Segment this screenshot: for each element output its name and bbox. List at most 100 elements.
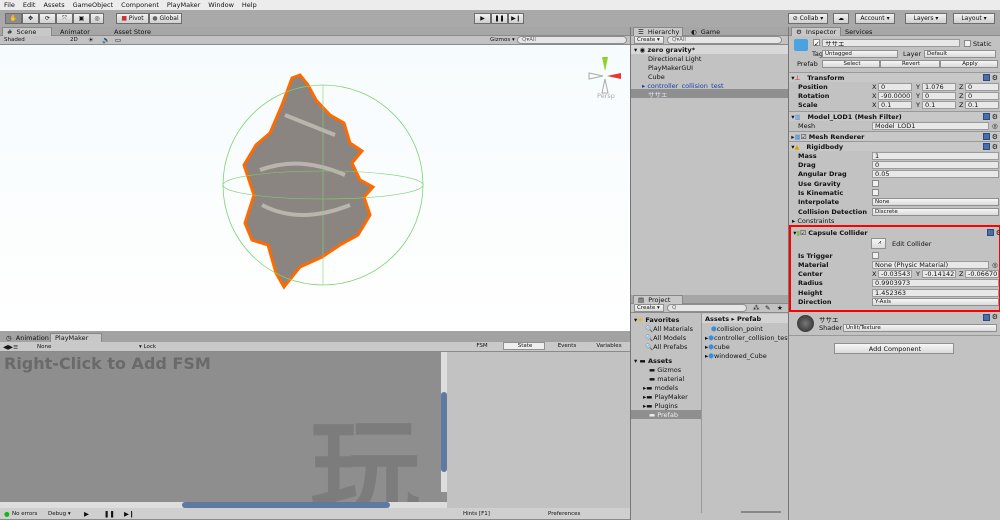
collab-button[interactable]: ⊘ Collab ▾ (788, 13, 828, 24)
gizmos-dropdown[interactable]: Gizmos ▾ (488, 36, 515, 44)
edit-collider-button[interactable]: ⩘ (871, 238, 886, 249)
mesh-field[interactable]: Model_LOD1 (872, 121, 989, 130)
effects-icon[interactable]: ▭ (115, 36, 121, 44)
assets-header[interactable]: ▾ ▬ Assets (631, 356, 701, 365)
filter-label-icon[interactable]: ✎ (765, 304, 770, 312)
scale-x[interactable]: 0.1 (878, 100, 912, 109)
gear-icon[interactable]: ⚙ (992, 133, 998, 141)
gear-icon[interactable]: ⚙ (992, 313, 998, 321)
object-name-input[interactable]: ササエ (822, 39, 960, 47)
preferences-button[interactable]: Preferences (548, 511, 580, 517)
object-picker-icon[interactable]: ◎ (992, 122, 998, 130)
folder-item[interactable]: ▸▬ models (631, 383, 701, 392)
tab-events[interactable]: Events (545, 342, 587, 350)
hand-icon[interactable]: ✋ (5, 13, 22, 24)
menu-assets[interactable]: Assets (43, 1, 64, 9)
menu-help[interactable]: Help (242, 1, 257, 9)
direction-dropdown[interactable]: Y-Axis (872, 297, 999, 306)
global-button[interactable]: ● Global (149, 13, 182, 24)
favorites-header[interactable]: ▾ ★ Favorites (631, 315, 701, 324)
favorite-icon[interactable]: ★ (777, 304, 783, 312)
folder-item[interactable]: ▸▬ PlayMaker (631, 392, 701, 401)
favorite-item[interactable]: 🔍 All Materials (631, 324, 701, 333)
pause-icon[interactable]: ❚❚ (104, 510, 115, 518)
breadcrumb-prefab[interactable]: Prefab (737, 315, 761, 323)
tab-game[interactable]: ◐ Game (687, 27, 724, 36)
project-search-input[interactable]: Q (667, 304, 747, 312)
layer-dropdown[interactable]: Default (924, 50, 996, 58)
breadcrumb-assets[interactable]: Assets (705, 315, 729, 323)
folder-item[interactable]: ▬ Gizmos (631, 365, 701, 374)
prefab-file[interactable]: ⬢ collision_point (702, 324, 790, 333)
scene-view[interactable]: Persp (0, 45, 630, 331)
rect-icon[interactable]: ▣ (73, 13, 90, 24)
lighting-icon[interactable]: ☀ (88, 36, 94, 44)
cloud-icon[interactable]: ☁ (833, 13, 849, 24)
rigidbody-header[interactable]: ▾ ▲ Rigidbody ⚙ (789, 141, 1000, 151)
folder-item[interactable]: ▬ material (631, 374, 701, 383)
tab-inspector[interactable]: ⚙ Inspector (791, 27, 841, 36)
scene-root[interactable]: ▾ ◉ zero gravity* (631, 45, 789, 54)
tab-services[interactable]: Services (841, 27, 876, 36)
gear-icon[interactable]: ⚙ (992, 74, 998, 82)
mesh-renderer-header[interactable]: ▸ ▦ ☑ Mesh Renderer ⚙ (789, 131, 1000, 141)
transform-icon[interactable]: ◎ (90, 13, 104, 24)
tab-asset-store[interactable]: Asset Store (110, 27, 155, 36)
pause-button[interactable]: ❚❚ (491, 13, 508, 24)
tag-dropdown[interactable]: Untagged (822, 50, 898, 58)
radius-input[interactable]: 0.9903973 (872, 278, 999, 287)
is-trigger-checkbox[interactable] (872, 252, 879, 259)
tab-scene[interactable]: # Scene (2, 27, 52, 36)
layout-dropdown[interactable]: Layout ▾ (953, 13, 995, 24)
2d-toggle[interactable]: 2D (68, 36, 80, 44)
height-input[interactable]: 1.452363 (872, 288, 999, 297)
is-kinematic-checkbox[interactable] (872, 189, 879, 196)
prefab-revert-button[interactable]: Revert (880, 60, 940, 68)
fsm-select-dropdown[interactable]: None (35, 343, 85, 351)
menu-gameobject[interactable]: GameObject (73, 1, 114, 9)
tab-hierarchy[interactable]: ☰ Hierarchy (633, 27, 683, 36)
object-picker-icon[interactable]: ◎ (992, 261, 998, 269)
prefab-apply-button[interactable]: Apply (940, 60, 998, 68)
tab-project[interactable]: ▤ Project (633, 295, 683, 304)
use-gravity-checkbox[interactable] (872, 180, 879, 187)
favorite-item[interactable]: 🔍 All Prefabs (631, 342, 701, 351)
physic-material-field[interactable]: None (Physic Material) (872, 260, 989, 269)
mesh-filter-header[interactable]: ▾ ▥ Model_LOD1 (Mesh Filter) ⚙ (789, 111, 1000, 121)
step-icon[interactable]: ▶❙ (124, 510, 134, 518)
prefab-file[interactable]: ▸ ⬢ cube (702, 342, 790, 351)
layers-dropdown[interactable]: Layers ▾ (905, 13, 947, 24)
debug-dropdown[interactable]: Debug ▾ (48, 511, 71, 517)
favorite-item[interactable]: 🔍 All Models (631, 333, 701, 342)
hierarchy-search-input[interactable]: Q▾ All (667, 36, 782, 44)
scale-z[interactable]: 0.1 (965, 100, 999, 109)
collision-dropdown[interactable]: Discrete (872, 207, 999, 216)
lock-toggle[interactable]: ▾ Lock (137, 343, 177, 351)
menu-edit[interactable]: Edit (23, 1, 36, 9)
position-x[interactable]: 0 (878, 82, 912, 91)
rotation-x[interactable]: -90.0000 (878, 91, 912, 100)
fsm-graph-canvas[interactable]: Right-Click to Add FSM 玩 (0, 352, 447, 502)
rotation-y[interactable]: 0 (922, 91, 956, 100)
transform-header[interactable]: ▾ ⊥ Transform ⚙ (789, 72, 1000, 82)
step-button[interactable]: ▶❙ (508, 13, 524, 24)
tab-animator[interactable]: Animator (56, 27, 94, 36)
center-y[interactable]: -0.14142 (922, 269, 956, 278)
play-button[interactable]: ▶ (474, 13, 491, 24)
help-icon[interactable] (983, 74, 990, 81)
status-text[interactable]: No errors (12, 511, 37, 517)
create-dropdown[interactable]: Create ▾ (634, 36, 664, 44)
scale-icon[interactable]: ⤧ (56, 13, 73, 24)
rotate-icon[interactable]: ⟳ (39, 13, 56, 24)
shader-dropdown[interactable]: Unlit/Texture (843, 324, 997, 332)
menu-window[interactable]: Window (208, 1, 234, 9)
prefab-file[interactable]: ▸ ⬢ controller_collision_test (702, 333, 790, 342)
shading-dropdown[interactable]: Shaded (2, 36, 66, 44)
drag-input[interactable]: 0 (872, 160, 999, 169)
filter-type-icon[interactable]: ⁂ (753, 304, 760, 312)
help-icon[interactable] (987, 229, 994, 236)
create-dropdown[interactable]: Create ▾ (634, 304, 664, 312)
position-z[interactable]: 0 (965, 82, 999, 91)
help-icon[interactable] (983, 143, 990, 150)
menu-component[interactable]: Component (121, 1, 159, 9)
